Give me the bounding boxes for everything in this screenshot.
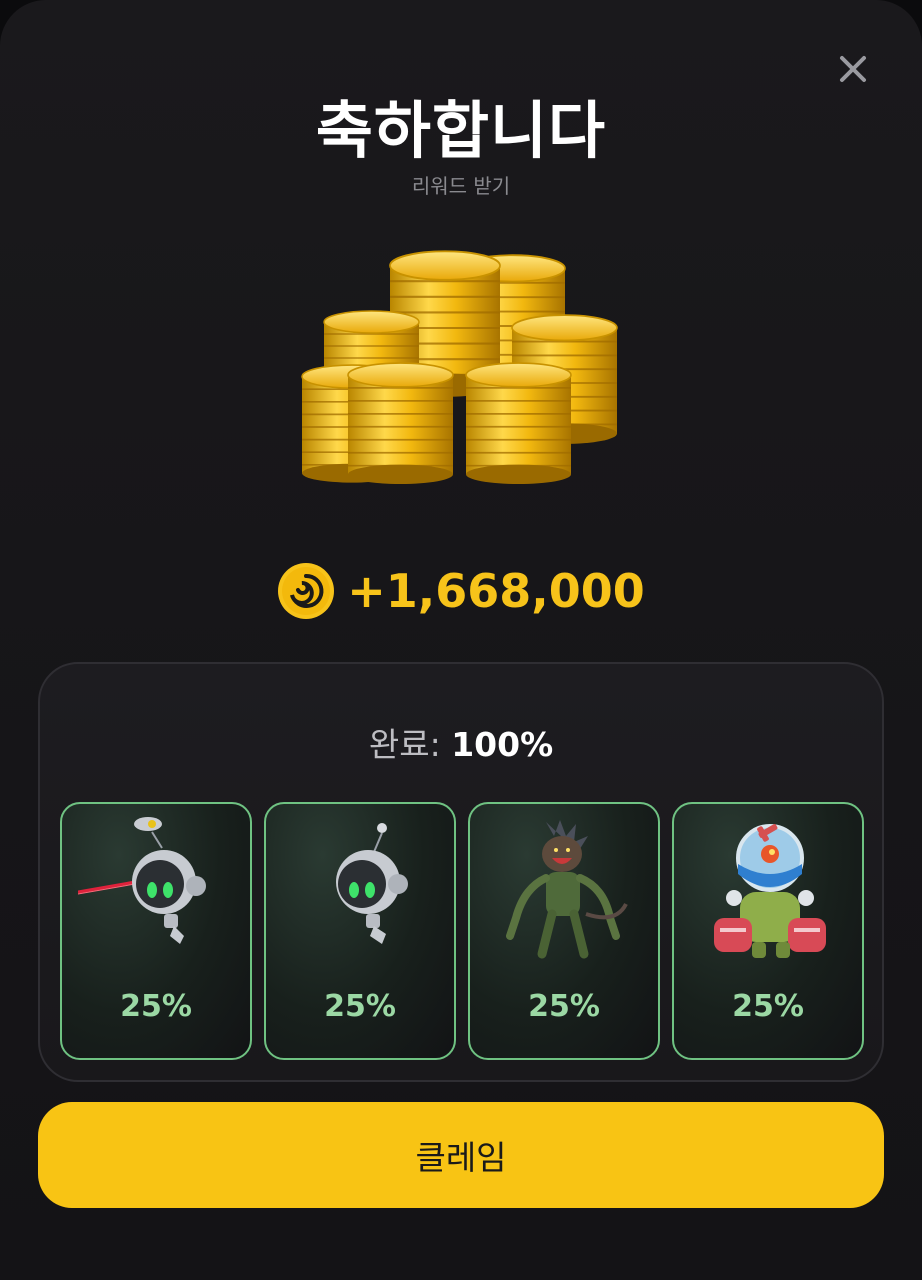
claim-button[interactable]: 클레임 <box>38 1102 884 1208</box>
reward-amount-row: +1,668,000 <box>0 556 922 626</box>
card-alien-creature[interactable]: 25% <box>468 802 660 1060</box>
coin-icon <box>278 563 335 619</box>
aquarium-robot-icon <box>714 824 826 958</box>
reward-modal: 축하합니다 리워드 받기 +1,668,000 완료: 100% 25% 25%… <box>0 0 922 1280</box>
card-robot-drone[interactable]: 25% <box>264 802 456 1060</box>
card-percent: 25% <box>120 989 192 1024</box>
alien-creature-icon <box>506 820 628 959</box>
robot-drone-icon <box>336 823 408 944</box>
completion-progress: 완료: 100% <box>40 718 882 766</box>
completion-panel: 완료: 100% 25% 25% 25% 25% <box>38 662 884 1082</box>
card-percent: 25% <box>732 989 804 1024</box>
robot-drone-laser-icon <box>78 817 206 944</box>
card-list: 25% 25% 25% 25% <box>60 802 864 1062</box>
completion-value: 100% <box>451 725 554 764</box>
card-percent: 25% <box>528 989 600 1024</box>
reward-amount: +1,668,000 <box>347 564 645 618</box>
card-aquarium-robot[interactable]: 25% <box>672 802 864 1060</box>
page-title: 축하합니다 <box>315 94 607 167</box>
page-subtitle: 리워드 받기 <box>411 174 511 198</box>
card-percent: 25% <box>324 989 396 1024</box>
completion-label: 완료: <box>368 725 441 764</box>
card-robot-drone-laser[interactable]: 25% <box>60 802 252 1060</box>
coin-stack-icon <box>301 250 618 485</box>
